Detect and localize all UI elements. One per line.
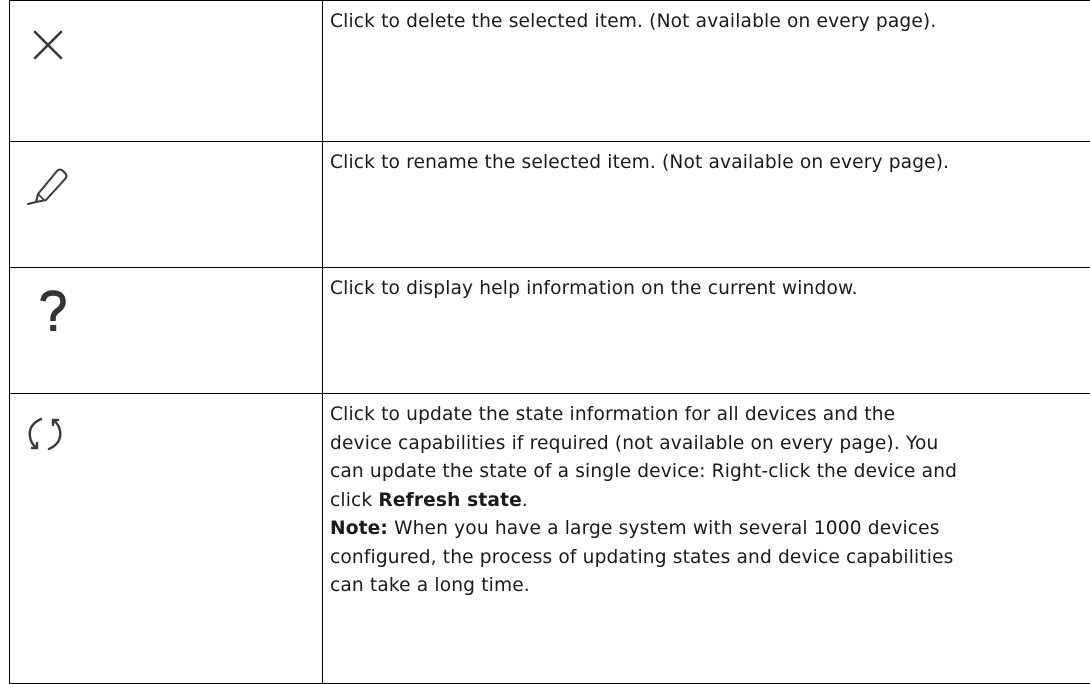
table-row: Click to rename the selected item. (Not … (10, 142, 1090, 268)
description-text: Click to display help information on the… (330, 275, 1090, 304)
note-label: Note: (330, 518, 388, 539)
description-text-line: click Refresh state. (330, 487, 1090, 516)
refresh-icon (22, 411, 82, 471)
ui-term-refresh-state: Refresh state (378, 490, 522, 511)
text-fragment: click (330, 490, 378, 511)
note-text: configured, the process of updating stat… (330, 544, 1090, 573)
description-text: Click to update the state information fo… (330, 401, 1090, 430)
description-text: device capabilities if required (not ava… (330, 430, 1090, 459)
table-row: Click to display help information on the… (10, 268, 1090, 394)
note-text: When you have a large system with severa… (388, 518, 940, 539)
close-icon (22, 18, 82, 78)
description-text: can update the state of a single device:… (330, 458, 1090, 487)
icon-description-table: Click to delete the selected item. (Not … (9, 0, 1090, 684)
description-text: Click to delete the selected item. (Not … (330, 8, 1090, 37)
icon-cell (10, 142, 323, 268)
text-fragment: . (522, 490, 528, 511)
help-icon (22, 285, 82, 345)
note-text: can take a long time. (330, 572, 1090, 601)
icon-cell (10, 1, 323, 142)
description-cell: Click to delete the selected item. (Not … (323, 1, 1090, 142)
description-cell: Click to display help information on the… (323, 268, 1090, 394)
icon-cell (10, 394, 323, 684)
description-cell: Click to rename the selected item. (Not … (323, 142, 1090, 268)
description-text: Click to rename the selected item. (Not … (330, 149, 1090, 178)
description-cell: Click to update the state information fo… (323, 394, 1090, 684)
note-line: Note: When you have a large system with … (330, 515, 1090, 544)
icon-cell (10, 268, 323, 394)
table-row: Click to update the state information fo… (10, 394, 1090, 684)
pencil-icon (22, 159, 82, 219)
table-row: Click to delete the selected item. (Not … (10, 1, 1090, 142)
